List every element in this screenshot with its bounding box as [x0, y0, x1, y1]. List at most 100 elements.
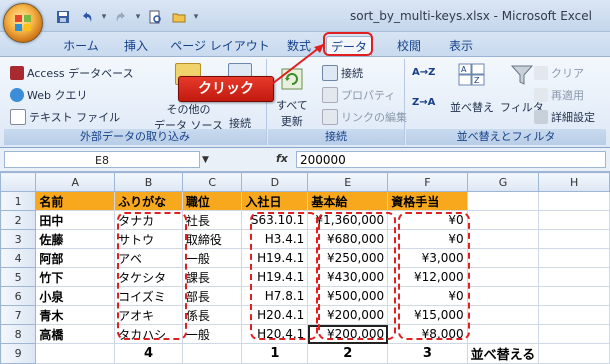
cell[interactable] [538, 267, 610, 287]
web-query-button[interactable]: Web クエリ [10, 87, 87, 103]
edit-links-icon [322, 109, 338, 125]
cell[interactable] [538, 324, 610, 344]
cell[interactable] [466, 210, 540, 230]
cell[interactable]: 一般 [181, 324, 243, 344]
column-header[interactable]: D [241, 172, 309, 192]
svg-text:A: A [461, 65, 467, 74]
cell[interactable] [466, 305, 540, 325]
cell[interactable]: 入社日 [241, 191, 309, 211]
cell[interactable] [466, 229, 540, 249]
column-header[interactable]: A [35, 172, 116, 192]
row-header[interactable]: 5 [0, 267, 37, 287]
column-header[interactable]: E [307, 172, 389, 192]
advanced-filter-button[interactable]: 詳細設定 [534, 109, 595, 125]
insert-function-icon[interactable]: fx [276, 152, 288, 165]
column-header[interactable]: H [538, 172, 610, 192]
cell[interactable]: 部長 [181, 286, 243, 306]
access-button[interactable]: Access データベース [10, 65, 134, 81]
tab-review[interactable]: 校閲 [388, 36, 430, 56]
sort-ascending-button[interactable]: A→Z [412, 67, 435, 78]
cell[interactable]: 係長 [181, 305, 243, 325]
row-header[interactable]: 1 [0, 191, 37, 211]
cell[interactable]: 取締役 [181, 229, 243, 249]
cell[interactable] [35, 343, 116, 364]
column-header[interactable]: B [114, 172, 183, 192]
formula-input[interactable]: 200000 [296, 151, 606, 168]
cell[interactable] [538, 343, 610, 364]
cell[interactable]: ふりがな [114, 191, 183, 211]
row-header[interactable]: 9 [0, 343, 37, 364]
cell[interactable] [466, 286, 540, 306]
row-header[interactable]: 3 [0, 229, 37, 249]
select-all-corner[interactable] [0, 172, 37, 192]
sort-order-label[interactable]: 4 [114, 343, 183, 364]
undo-dropdown-icon[interactable]: ▾ [100, 9, 108, 25]
group-label-external: 外部データの取り込み [4, 129, 266, 145]
column-header[interactable]: F [387, 172, 468, 192]
open-folder-icon[interactable] [168, 8, 190, 26]
row-header[interactable]: 7 [0, 305, 37, 325]
cell[interactable]: 高橋 [35, 324, 116, 344]
edit-links-button[interactable]: リンクの編集 [322, 109, 407, 125]
column-header[interactable]: C [181, 172, 243, 192]
cell[interactable] [466, 267, 540, 287]
cell[interactable]: 小泉 [35, 286, 116, 306]
cell[interactable] [538, 248, 610, 268]
cell[interactable] [466, 191, 540, 211]
cell[interactable] [466, 324, 540, 344]
cell[interactable] [466, 248, 540, 268]
text-file-button[interactable]: テキスト ファイル [10, 109, 120, 125]
cell[interactable]: 田中 [35, 210, 116, 230]
cell[interactable] [538, 191, 610, 211]
reapply-button[interactable]: 再適用 [534, 87, 584, 103]
sort-caption[interactable]: 並べ替える [466, 343, 540, 364]
redo-dropdown-icon[interactable]: ▾ [134, 9, 142, 25]
cell[interactable]: 阿部 [35, 248, 116, 268]
redo-icon[interactable] [110, 8, 132, 26]
tab-insert[interactable]: 挿入 [114, 36, 158, 56]
name-box[interactable]: E8 [4, 151, 200, 168]
group-sort-filter: A→Z Z→A AZ 並べ替え フィルタ クリア 再適用 詳細設定 並べ替えとフ… [406, 59, 606, 145]
cell[interactable]: 青木 [35, 305, 116, 325]
cell[interactable] [538, 286, 610, 306]
office-button[interactable] [3, 3, 43, 43]
click-callout: クリック [178, 76, 274, 102]
name-box-dropdown-icon[interactable]: ▼ [202, 155, 209, 165]
customize-qat-icon[interactable]: ▾ [192, 9, 200, 25]
tab-home[interactable]: ホーム [56, 36, 106, 56]
table-row: 9 4 1 2 3 並べ替える [0, 343, 610, 364]
sort-descending-icon: Z→A [412, 97, 436, 108]
group-label-sort-filter: 並べ替えとフィルタ [406, 129, 606, 145]
cell[interactable]: 佐藤 [35, 229, 116, 249]
clear-filter-button[interactable]: クリア [534, 65, 584, 81]
undo-icon[interactable] [76, 8, 98, 26]
table-header-row: 1 名前 ふりがな 職位 入社日 基本給 資格手当 [0, 191, 610, 211]
sort-order-label[interactable]: 2 [307, 343, 389, 364]
cell[interactable]: 職位 [181, 191, 243, 211]
cell[interactable]: 社長 [181, 210, 243, 230]
tab-view[interactable]: 表示 [440, 36, 482, 56]
sort-descending-button[interactable]: Z→A [412, 97, 435, 108]
print-preview-icon[interactable] [144, 8, 166, 26]
cell[interactable] [181, 343, 243, 364]
cell[interactable]: 竹下 [35, 267, 116, 287]
cell[interactable] [538, 210, 610, 230]
cell[interactable]: 一般 [181, 248, 243, 268]
cell[interactable]: 基本給 [307, 191, 389, 211]
column-header[interactable]: G [466, 172, 540, 192]
tab-page-layout[interactable]: ページ レイアウト [168, 36, 272, 56]
sort-order-label[interactable]: 1 [241, 343, 309, 364]
cell[interactable]: 資格手当 [387, 191, 468, 211]
row-header[interactable]: 4 [0, 248, 37, 268]
sort-order-label[interactable]: 3 [387, 343, 468, 364]
cell[interactable] [538, 229, 610, 249]
properties-button[interactable]: プロパティ [322, 87, 395, 103]
row-header[interactable]: 6 [0, 286, 37, 306]
cell[interactable] [538, 305, 610, 325]
save-icon[interactable] [52, 8, 74, 26]
row-header[interactable]: 8 [0, 324, 37, 344]
row-header[interactable]: 2 [0, 210, 37, 230]
cell[interactable]: 課長 [181, 267, 243, 287]
sort-button[interactable]: AZ 並べ替え [450, 63, 494, 115]
cell[interactable]: 名前 [35, 191, 116, 211]
